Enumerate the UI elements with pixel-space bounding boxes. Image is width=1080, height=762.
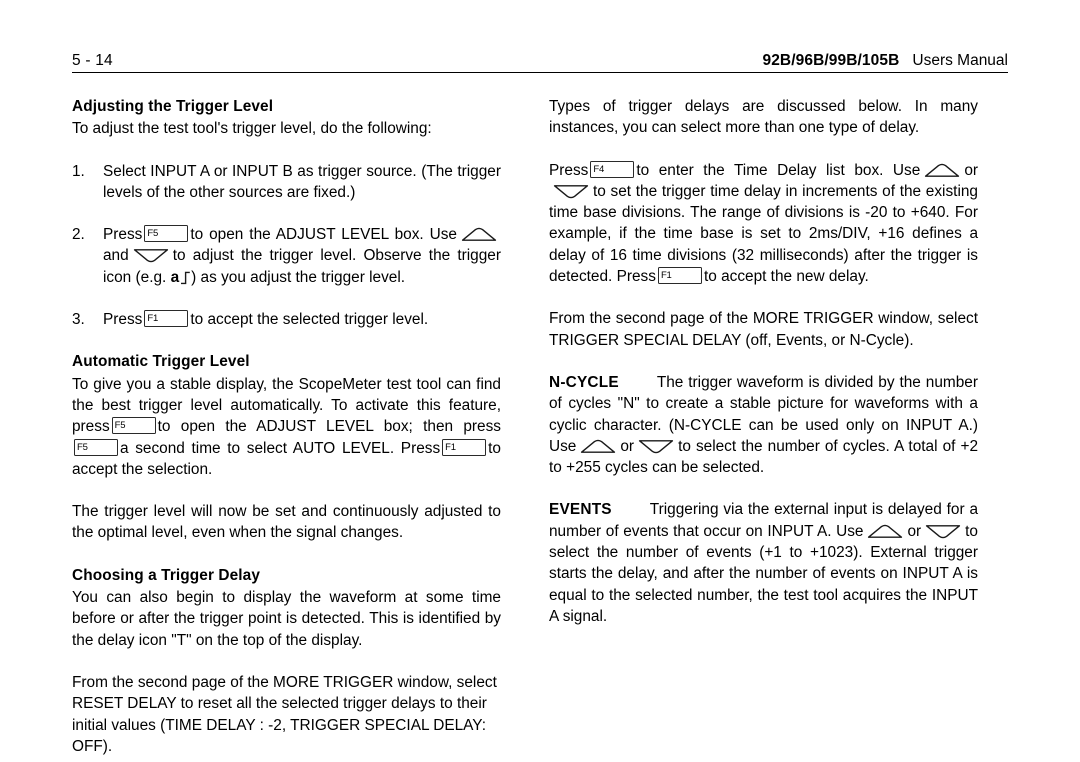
time-delay-text-a: Press [549, 161, 589, 179]
list-item: 2. Press F5 to open the ADJUST LEVEL box. U… [72, 224, 501, 288]
key-f5-label: F5 [147, 228, 159, 240]
events-run-in-heading: EVENTS [549, 501, 612, 519]
paragraph-trigger-special-delay: From the second page of the MORE TRIGGER… [549, 310, 978, 349]
step-text-b: to accept the selected trigger level. [190, 311, 429, 329]
down-arrow-icon[interactable] [552, 184, 590, 199]
key-f4-icon[interactable]: F4 [590, 160, 635, 178]
step-text-a: Press [103, 226, 143, 244]
up-arrow-icon[interactable] [866, 524, 904, 539]
step-text-e: ) as you adjust the trigger level. [191, 268, 406, 286]
paragraph-events: EVENTS Triggering via the external input … [549, 499, 978, 627]
key-f5-icon[interactable]: F5 [74, 438, 118, 456]
paragraph-automatic-trigger: To give you a stable display, the ScopeM… [72, 374, 501, 480]
heading-automatic-trigger-level: Automatic Trigger Level [72, 353, 250, 371]
time-delay-text-e: to accept the new delay. [703, 268, 869, 286]
step-number: 3. [72, 311, 85, 329]
header-title-group: 92B/96B/99B/105B Users Manual [762, 52, 1008, 70]
paragraph-delay-icon: You can also begin to display the wavefo… [72, 589, 501, 649]
manual-page: 5 - 14 92B/96B/99B/105B Users Manual Adju… [0, 0, 1080, 762]
key-f5-icon[interactable]: F5 [144, 225, 189, 243]
paragraph-types-of-delays: Types of trigger delays are discussed be… [549, 98, 978, 137]
rising-edge-icon [180, 270, 191, 284]
list-item: 3. Press F1 to accept the selected trigger … [72, 309, 501, 330]
paragraph-reset-delay: From the second page of the MORE TRIGGER… [72, 673, 497, 755]
down-arrow-icon[interactable] [637, 439, 675, 454]
up-arrow-icon[interactable] [460, 227, 498, 242]
key-f1-icon[interactable]: F1 [657, 267, 702, 285]
up-arrow-icon[interactable] [923, 163, 961, 178]
up-arrow-icon[interactable] [579, 439, 617, 454]
heading-adjusting-trigger-level: Adjusting the Trigger Level [72, 98, 274, 115]
paragraph-ncycle: N-CYCLE The trigger waveform is divided b… [549, 372, 978, 478]
step-text-b: to open the ADJUST LEVEL box. Use [190, 226, 457, 244]
steps-list: 1. Select INPUT A or INPUT B as trigger s… [72, 161, 501, 331]
paragraph-trigger-level-continuous: The trigger level will now be set and co… [72, 503, 501, 542]
right-column: Types of trigger delays are discussed be… [549, 96, 978, 627]
key-f1-label: F1 [660, 270, 672, 282]
key-f4-label: F4 [593, 163, 605, 175]
key-f1-icon[interactable]: F1 [442, 438, 487, 456]
paragraph-adjust-intro: To adjust the test tool's trigger level,… [72, 120, 432, 138]
events-text-b: or [907, 522, 922, 540]
step-number: 2. [72, 226, 85, 244]
step-text-a: Press [103, 311, 143, 329]
header-rule-row: 5 - 14 92B/96B/99B/105B Users Manual [72, 44, 1008, 73]
auto-text-b: to open the ADJUST LEVEL box; then press [157, 418, 501, 436]
down-arrow-icon[interactable] [924, 524, 962, 539]
ncycle-run-in-heading: N-CYCLE [549, 373, 619, 391]
down-arrow-icon[interactable] [132, 248, 170, 263]
header-manual-label: Users Manual [912, 52, 1008, 69]
time-delay-text-c: or [964, 161, 978, 179]
auto-text-c: a second time to select AUTO LEVEL. Pres… [120, 439, 441, 457]
heading-choosing-trigger-delay: Choosing a Trigger Delay [72, 566, 260, 584]
step-text-c: and [103, 247, 129, 265]
step-number: 1. [72, 162, 85, 180]
key-f1-label: F1 [445, 441, 456, 453]
trigger-source-letter: a [170, 268, 180, 286]
page-number: 5 - 14 [72, 52, 113, 69]
header-model-list: 92B/96B/99B/105B [762, 52, 900, 69]
paragraph-time-delay: Press F4 to enter the Time Delay list box.… [549, 160, 978, 288]
key-f5-label: F5 [77, 441, 88, 453]
page-header: 5 - 14 92B/96B/99B/105B Users Manual [72, 44, 1008, 78]
list-item: 1. Select INPUT A or INPUT B as trigger s… [72, 161, 501, 204]
left-column: Adjusting the Trigger Level To adjust th… [72, 96, 501, 757]
key-f1-icon[interactable]: F1 [144, 310, 189, 328]
time-delay-text-b: to enter the Time Delay list box. Use [636, 161, 921, 179]
key-f5-label: F5 [114, 420, 126, 432]
key-f1-label: F1 [147, 313, 159, 325]
ncycle-text-b: or [620, 437, 635, 455]
step-text: Select INPUT A or INPUT B as trigger sou… [103, 162, 501, 201]
trigger-source-icon: a [171, 267, 192, 288]
key-f5-icon[interactable]: F5 [111, 417, 156, 435]
